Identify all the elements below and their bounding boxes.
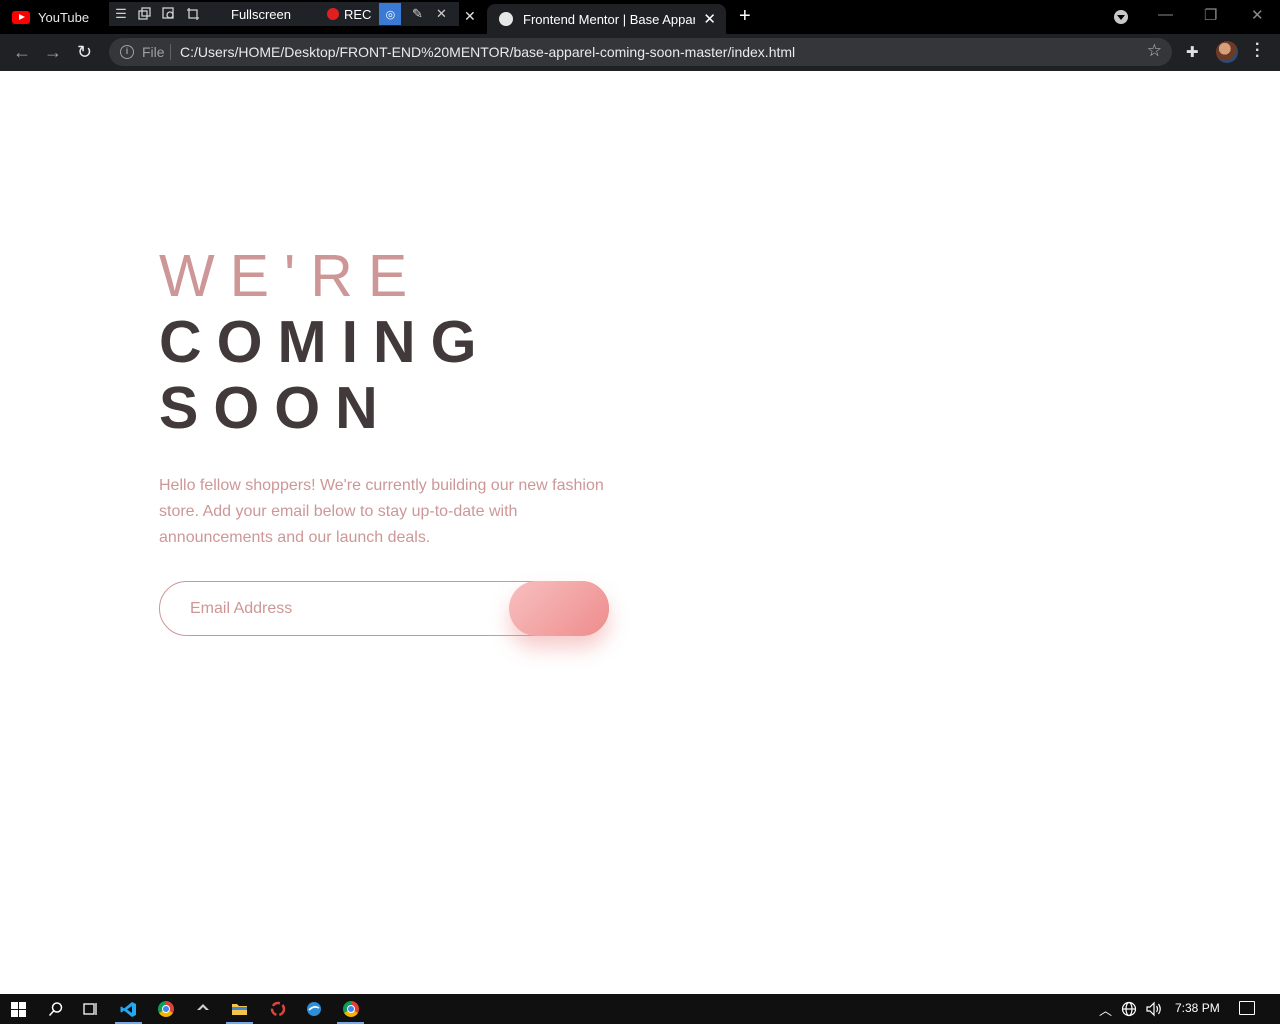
scheme-label: File	[142, 44, 165, 60]
active-tab-close-icon[interactable]: ✕	[703, 10, 716, 28]
webcam-icon[interactable]: ◎	[379, 3, 402, 25]
page-favicon-icon	[499, 12, 513, 26]
tab-title: Frontend Mentor | Base Apparel coming so…	[523, 11, 695, 27]
task-view-button[interactable]	[72, 994, 109, 1024]
browser-tab-strip: YouTube ☰ Fullscreen REC ◎ ✎ ✕ ✕ Fronten…	[0, 0, 1280, 34]
address-separator	[170, 44, 171, 60]
forward-arrow-icon[interactable]: →	[44, 42, 62, 62]
fullscreen-button[interactable]: Fullscreen	[231, 7, 291, 22]
email-signup-form	[159, 581, 609, 636]
chrome-icon	[157, 1001, 174, 1017]
windows-logo-icon	[11, 1001, 26, 1017]
tab-search-icon[interactable]	[1114, 10, 1128, 24]
page-headline: WE'RE COMING SOON	[159, 243, 492, 441]
youtube-icon	[12, 10, 30, 24]
region-zoom-icon[interactable]	[157, 3, 181, 25]
profile-avatar[interactable]	[1216, 41, 1238, 63]
network-globe-icon[interactable]	[1121, 994, 1137, 1024]
windows-taskbar: ︿ 7:38 PM	[0, 994, 1280, 1024]
red-app-icon	[270, 1001, 285, 1017]
tray-overflow-chevron-icon[interactable]: ︿	[1099, 994, 1112, 1024]
start-button[interactable]	[0, 994, 37, 1024]
taskbar-chrome-active[interactable]	[332, 994, 369, 1024]
browser-toolbar: ← → ↻ i File C:/Users/HOME/Desktop/FRONT…	[0, 34, 1280, 71]
tab-frontend-mentor[interactable]: Frontend Mentor | Base Apparel coming so…	[487, 4, 726, 34]
browser-menu-icon[interactable]: · · ·	[1255, 37, 1260, 65]
task-view-icon	[82, 1003, 97, 1015]
vscode-icon	[120, 1001, 136, 1017]
page-description: Hello fellow shoppers! We're currently b…	[159, 477, 604, 546]
tab-youtube-label: YouTube	[38, 9, 90, 25]
tab-youtube[interactable]: YouTube	[12, 6, 89, 28]
taskbar-chrome[interactable]	[147, 994, 184, 1024]
hamburger-menu-icon[interactable]: ☰	[109, 3, 133, 25]
headline-dark-line-2: SOON	[159, 375, 393, 441]
screen-recorder-toolbar: ☰ Fullscreen REC ◎ ✎ ✕	[109, 2, 459, 26]
new-tab-button[interactable]: +	[739, 5, 751, 28]
crop-icon[interactable]	[181, 3, 205, 25]
url-text[interactable]: C:/Users/HOME/Desktop/FRONT-END%20MENTOR…	[180, 44, 795, 60]
email-submit-button[interactable]	[509, 581, 609, 636]
app-icon	[196, 1004, 209, 1010]
search-button[interactable]	[37, 994, 74, 1024]
headline-light: WE'RE	[159, 243, 423, 309]
windows-icon[interactable]	[133, 3, 157, 25]
blue-app-icon	[306, 1002, 321, 1016]
restore-icon[interactable]: ❐	[1204, 6, 1217, 24]
window-close-icon[interactable]: ✕	[1251, 6, 1264, 24]
record-button[interactable]: REC	[326, 6, 372, 22]
taskbar-vscode[interactable]	[110, 994, 147, 1024]
record-dot-icon	[326, 8, 339, 20]
recorder-close-icon[interactable]: ✕	[429, 3, 453, 25]
action-center-icon[interactable]	[1239, 1001, 1255, 1015]
taskbar-red-app[interactable]	[259, 994, 296, 1024]
chrome-active-icon	[342, 1001, 359, 1017]
taskbar-clock[interactable]: 7:38 PM	[1175, 1001, 1220, 1015]
taskbar-app[interactable]	[184, 994, 221, 1024]
volume-icon[interactable]	[1145, 994, 1163, 1024]
headline-dark-line-1: COMING	[159, 309, 492, 375]
back-arrow-icon[interactable]: ←	[13, 42, 31, 62]
search-icon	[48, 1002, 62, 1017]
reload-icon[interactable]: ↻	[77, 42, 92, 62]
web-page: WE'RE COMING SOON Hello fellow shoppers!…	[0, 71, 1280, 994]
record-label: REC	[343, 6, 372, 22]
address-bar[interactable]: i File C:/Users/HOME/Desktop/FRONT-END%2…	[109, 38, 1172, 66]
site-info-icon[interactable]: i	[120, 45, 134, 59]
minimize-icon[interactable]: —	[1158, 6, 1173, 23]
extensions-puzzle-icon[interactable]: ✚	[1186, 43, 1199, 61]
folder-icon	[232, 1004, 247, 1015]
bookmark-star-icon[interactable]: ☆	[1147, 41, 1162, 61]
taskbar-blue-app[interactable]	[295, 994, 332, 1024]
pencil-icon[interactable]: ✎	[405, 3, 429, 25]
taskbar-file-explorer[interactable]	[221, 994, 258, 1024]
tab-close-icon[interactable]: ✕	[464, 8, 476, 25]
